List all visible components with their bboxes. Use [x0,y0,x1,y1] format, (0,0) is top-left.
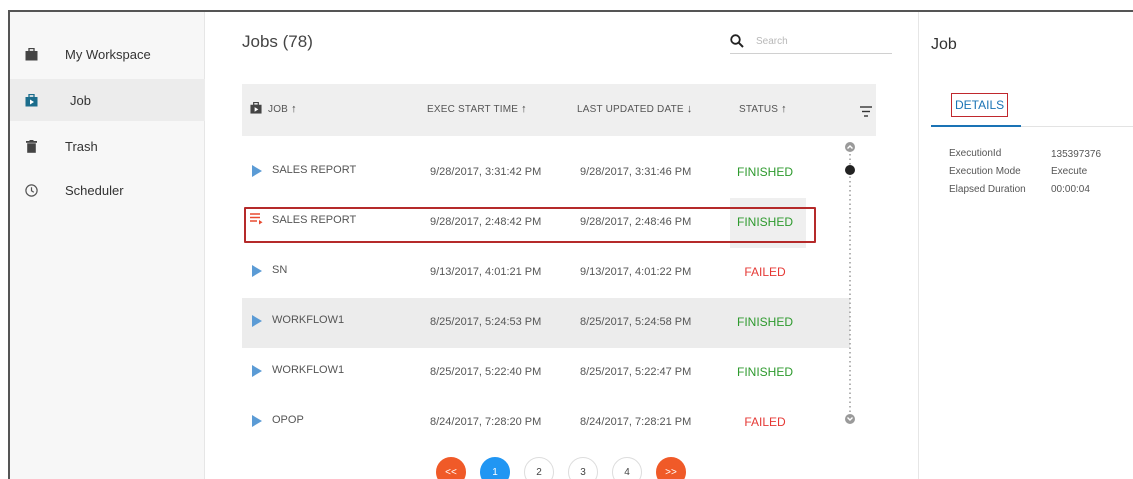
table-row[interactable]: SN 9/13/2017, 4:01:21 PM 9/13/2017, 4:01… [242,248,850,298]
details-title: Job [931,36,957,53]
column-label: JOB [268,104,289,115]
exec-start-time: 9/13/2017, 4:01:21 PM [430,266,542,278]
page-4-button[interactable]: 4 [612,457,642,479]
sidebar-item-label: My Workspace [65,46,151,62]
field-value-execution-mode: Execute [1051,166,1088,177]
sidebar-item-job[interactable]: Job [10,79,205,121]
page-1-button[interactable]: 1 [480,457,510,479]
exec-start-time: 8/25/2017, 5:22:40 PM [430,366,542,378]
job-name: WORKFLOW1 [272,314,345,326]
job-name: SN [272,264,288,276]
table-header: JOB ↑ EXEC START TIME ↑ LAST UPDATED DATE ↓… [242,84,876,136]
column-label: EXEC START TIME [427,104,519,115]
search-icon[interactable] [730,34,744,48]
play-icon[interactable] [252,415,262,427]
status-badge: FAILED [744,415,786,429]
trash-icon [24,139,38,153]
play-icon[interactable] [252,315,262,327]
sidebar-item-scheduler[interactable]: Scheduler [10,169,205,211]
exec-start-time: 8/24/2017, 7:28:20 PM [430,416,542,428]
sidebar-item-my-workspace[interactable]: My Workspace [10,33,205,75]
table-row[interactable]: WORKFLOW1 8/25/2017, 5:24:53 PM 8/25/201… [242,298,850,348]
sort-desc-icon: ↓ [686,103,693,115]
column-label: LAST UPDATED DATE [577,104,684,115]
job-name: SALES REPORT [272,164,357,176]
filter-icon[interactable] [860,104,872,122]
job-name: OPOP [272,414,304,426]
sort-asc-icon: ↑ [521,103,527,115]
status-badge: FINISHED [736,365,793,379]
column-header-last-updated-date[interactable]: LAST UPDATED DATE ↓ [577,103,692,115]
column-label: STATUS [739,104,779,115]
field-label-elapsed-duration: Elapsed Duration [949,184,1026,195]
last-updated-date: 9/13/2017, 4:01:22 PM [580,266,692,278]
exec-start-time: 8/25/2017, 5:24:53 PM [430,316,542,328]
jobs-panel: Jobs (78) JOB↑ EXEC START TIME↑ LAST UPD… [206,12,917,479]
table-row[interactable]: SALES REPORT 9/28/2017, 3:31:42 PM 9/28/… [242,148,850,198]
job-briefcase-icon [24,93,38,107]
play-icon[interactable] [252,365,262,377]
search-box [730,32,892,54]
sidebar: My Workspace Job Trash Scheduler [10,12,205,479]
sidebar-item-trash[interactable]: Trash [10,125,205,167]
field-value-execution-id: 135397376 [1051,149,1102,160]
field-value-elapsed-duration: 00:00:04 [1051,184,1090,195]
status-badge: FAILED [744,265,786,279]
pagination: << 1 2 3 4 >> [436,457,716,479]
status-badge: FINISHED [736,215,793,229]
sort-asc-icon: ↑ [781,103,787,115]
exec-start-time: 9/28/2017, 3:31:42 PM [430,166,542,178]
last-updated-date: 8/25/2017, 5:24:58 PM [580,316,692,328]
last-updated-date: 8/25/2017, 5:22:47 PM [580,366,692,378]
clock-icon [24,183,38,197]
column-header-exec-start-time[interactable]: EXEC START TIME ↑ [427,103,527,115]
app-window: My Workspace Job Trash Scheduler Jobs (7… [8,10,1133,479]
page-2-button[interactable]: 2 [524,457,554,479]
sidebar-item-label: Scheduler [65,182,124,198]
status-badge: FINISHED [736,165,793,179]
play-icon[interactable] [252,165,262,177]
column-header-job[interactable]: JOB ↑ [268,103,297,115]
search-input[interactable] [756,32,886,50]
column-header-status[interactable]: STATUS ↑ [739,103,787,115]
first-page-button[interactable]: << [436,457,466,479]
job-header-icon [250,101,262,119]
field-label-execution-mode: Execution Mode [949,166,1021,177]
table-row[interactable]: OPOP 8/24/2017, 7:28:20 PM 8/24/2017, 7:… [242,398,850,432]
sort-asc-icon: ↑ [291,103,297,115]
briefcase-icon [24,47,38,61]
page-3-button[interactable]: 3 [568,457,598,479]
active-tab-indicator [931,125,1021,127]
list-run-icon[interactable] [250,212,263,230]
last-updated-date: 8/24/2017, 7:28:21 PM [580,416,692,428]
table-row[interactable]: SALES REPORT 9/28/2017, 2:48:42 PM 9/28/… [242,198,850,248]
field-label-execution-id: ExecutionId [949,148,1002,159]
play-icon[interactable] [252,265,262,277]
details-panel: Job DETAILS ExecutionId 135397376 Execut… [918,12,1133,479]
page-title: Jobs (78) [242,32,313,51]
next-page-button[interactable]: >> [656,457,686,479]
job-name: SALES REPORT [272,214,357,226]
status-badge: FINISHED [736,315,793,329]
tab-details[interactable]: DETAILS [951,93,1009,117]
sidebar-item-label: Trash [65,138,98,154]
job-name: WORKFLOW1 [272,364,345,376]
last-updated-date: 9/28/2017, 2:48:46 PM [580,216,692,228]
last-updated-date: 9/28/2017, 3:31:46 PM [580,166,692,178]
table-scrollbar[interactable] [842,140,858,430]
exec-start-time: 9/28/2017, 2:48:42 PM [430,216,542,228]
table-row[interactable]: WORKFLOW1 8/25/2017, 5:22:40 PM 8/25/201… [242,348,850,398]
sidebar-item-label: Job [70,92,91,108]
